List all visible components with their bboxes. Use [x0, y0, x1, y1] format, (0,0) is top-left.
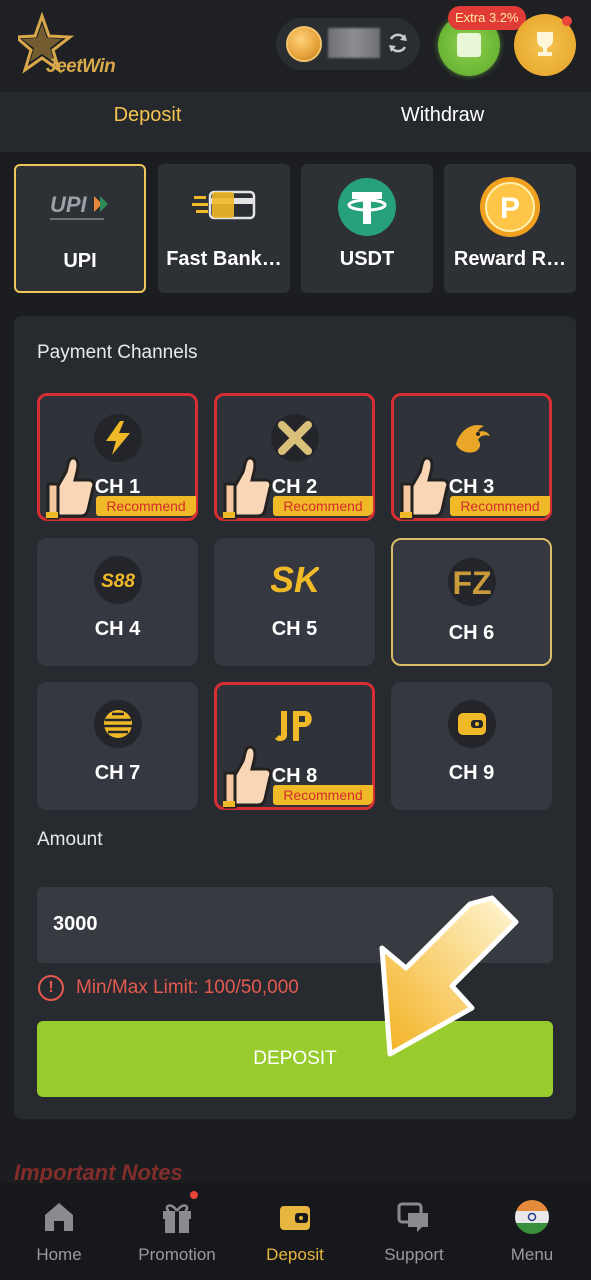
globe-icon	[93, 700, 142, 748]
method-label: Fast Bank…	[166, 248, 282, 270]
method-fast-bank[interactable]: Fast Bank…	[158, 164, 290, 293]
nav-label: Promotion	[138, 1245, 216, 1264]
fz-icon: FZ	[447, 558, 496, 606]
channel-ch3[interactable]: CH 3 Recommend	[391, 393, 552, 521]
india-flag-icon	[515, 1200, 549, 1234]
channel-name: CH 9	[448, 762, 495, 784]
recommend-badge: Recommend	[273, 785, 373, 805]
nav-promotion[interactable]: Promotion	[118, 1183, 236, 1280]
jp-icon	[271, 703, 319, 751]
recommend-badge: Recommend	[96, 496, 196, 516]
method-label: USDT	[339, 248, 395, 270]
svg-text:P: P	[500, 192, 520, 225]
channel-name: CH 5	[271, 618, 318, 640]
payment-channels-title: Payment Channels	[37, 342, 198, 363]
method-upi[interactable]: UPI UPI	[14, 164, 146, 293]
logo-text: JeetWin	[46, 56, 116, 77]
nav-home[interactable]: Home	[0, 1183, 118, 1280]
recommend-badge: Recommend	[450, 496, 550, 516]
svg-text:SK: SK	[271, 559, 319, 600]
nav-label: Support	[384, 1245, 444, 1264]
top-bar: JeetWin Extra 3.2%	[0, 0, 591, 92]
limit-warning: ! Min/Max Limit: 100/50,000	[38, 974, 299, 1002]
channel-ch4[interactable]: S88 CH 4	[37, 538, 198, 666]
trophy-icon	[537, 32, 553, 56]
chat-icon	[397, 1202, 428, 1232]
nav-menu[interactable]: Menu	[473, 1183, 591, 1280]
x-icon	[270, 414, 319, 462]
balance-value-blurred	[328, 28, 380, 58]
dragon-icon	[448, 414, 496, 462]
amount-label: Amount	[37, 829, 103, 850]
extra-badge: Extra 3.2%	[448, 6, 526, 30]
method-reward[interactable]: P Reward R…	[444, 164, 576, 293]
nav-label: Home	[36, 1245, 82, 1264]
wallet-icon	[447, 700, 496, 748]
warning-icon: !	[38, 975, 64, 1001]
tab-deposit[interactable]: Deposit	[0, 92, 295, 152]
upi-logo-icon: UPI	[50, 192, 108, 220]
amount-value: 3000	[53, 913, 98, 935]
method-label: UPI	[63, 250, 97, 272]
bank-card-icon	[192, 190, 256, 220]
thumbs-up-icon	[223, 745, 273, 809]
nav-label: Menu	[510, 1245, 554, 1264]
nav-deposit[interactable]: Deposit	[236, 1183, 354, 1280]
channel-ch7[interactable]: CH 7	[37, 682, 198, 810]
gift-icon	[163, 1204, 191, 1233]
channel-ch9[interactable]: CH 9	[391, 682, 552, 810]
channel-ch5[interactable]: SK CH 5	[214, 538, 375, 666]
deposit-withdraw-tabs: Deposit Withdraw	[0, 92, 591, 152]
svg-text:S88: S88	[101, 571, 135, 592]
svg-text:FZ: FZ	[452, 565, 491, 599]
lightning-icon	[93, 414, 142, 462]
coin-icon	[286, 26, 322, 62]
channel-ch1[interactable]: CH 1 Recommend	[37, 393, 198, 521]
method-usdt[interactable]: USDT	[301, 164, 433, 293]
jeetwin-logo[interactable]: JeetWin	[12, 11, 140, 82]
thumbs-up-icon	[223, 456, 273, 520]
channel-ch8[interactable]: CH 8 Recommend	[214, 682, 375, 810]
wallet-icon	[280, 1206, 310, 1230]
s88-icon: S88	[93, 556, 142, 604]
home-icon	[45, 1203, 73, 1231]
tether-icon	[338, 178, 396, 236]
tab-withdraw[interactable]: Withdraw	[295, 92, 590, 152]
nav-support[interactable]: Support	[355, 1183, 473, 1280]
refresh-icon[interactable]	[386, 31, 410, 55]
promotion-dot	[190, 1191, 198, 1199]
channel-name: CH 4	[94, 618, 141, 640]
limit-text: Min/Max Limit: 100/50,000	[76, 977, 299, 998]
method-label: Reward R…	[453, 248, 567, 270]
pointer-arrow-icon	[379, 895, 519, 1057]
balance-pill[interactable]	[276, 18, 420, 70]
channel-ch6[interactable]: FZ CH 6	[391, 538, 552, 666]
notification-dot	[562, 16, 572, 26]
thumbs-up-icon	[46, 456, 96, 520]
reward-coin-icon: P	[480, 177, 540, 237]
thumbs-up-icon	[400, 456, 450, 520]
bottom-nav: Home Promotion Deposit Support Menu	[0, 1183, 591, 1280]
svg-text:UPI: UPI	[50, 192, 88, 217]
nav-label: Deposit	[266, 1245, 324, 1264]
recommend-badge: Recommend	[273, 496, 373, 516]
bonus-icon	[457, 33, 481, 57]
channel-name: CH 7	[94, 762, 141, 784]
channel-ch2[interactable]: CH 2 Recommend	[214, 393, 375, 521]
channel-name: CH 6	[448, 622, 495, 644]
sk-icon: SK	[271, 556, 319, 604]
